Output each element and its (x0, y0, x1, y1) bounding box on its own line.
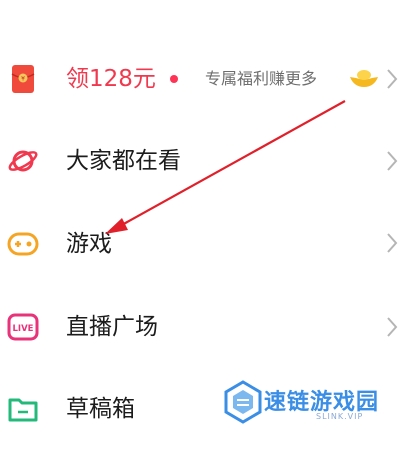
svg-text:¥: ¥ (21, 76, 25, 83)
red-envelope-subtitle: 专属福利赚更多 (205, 69, 318, 88)
live-icon-text: LIVE (13, 324, 34, 334)
menu-item-live-plaza[interactable]: LIVE 直播广场 (0, 284, 400, 368)
gamepad-icon (7, 232, 39, 256)
chevron-right-icon (387, 317, 398, 337)
planet-icon (8, 150, 38, 172)
menu-item-red-envelope[interactable]: ¥ 领128元 专属福利赚更多 (0, 34, 400, 118)
watermark-subtext: SLINK.VIP (316, 412, 364, 421)
gold-ingot-icon (350, 70, 378, 87)
menu-item-everyone-watching[interactable]: 大家都在看 (0, 118, 400, 202)
drafts-label: 草稿箱 (66, 396, 135, 422)
folder-icon (8, 398, 38, 422)
chevron-right-icon (387, 151, 398, 171)
watermark: 速链游戏园 SLINK.VIP (224, 380, 384, 426)
chevron-right-icon (387, 233, 398, 253)
menu-item-games[interactable]: 游戏 (0, 200, 400, 284)
live-icon: LIVE (7, 313, 39, 341)
chevron-right-icon (387, 69, 398, 89)
notification-dot (170, 75, 178, 83)
red-envelope-label: 领128元 (66, 66, 156, 92)
everyone-watching-label: 大家都在看 (66, 148, 181, 174)
games-label: 游戏 (66, 231, 112, 257)
red-envelope-icon: ¥ (11, 65, 35, 93)
watermark-logo-icon (224, 380, 262, 424)
live-plaza-label: 直播广场 (66, 314, 158, 340)
